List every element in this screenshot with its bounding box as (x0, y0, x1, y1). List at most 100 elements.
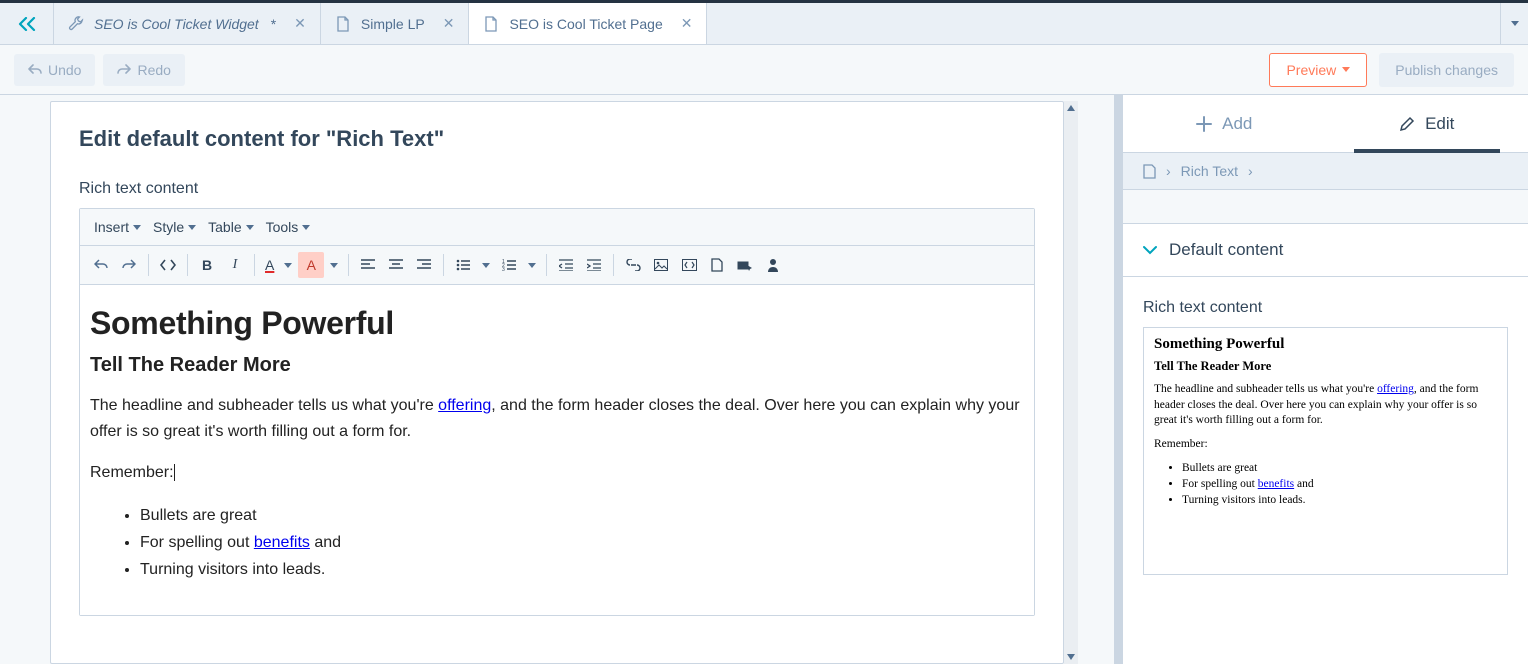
publish-label: Publish changes (1395, 62, 1498, 78)
breadcrumb-separator-icon: › (1166, 163, 1171, 179)
sidebar-tab-edit[interactable]: Edit (1326, 95, 1528, 152)
panel-spacer (1123, 190, 1528, 224)
insert-cta-button[interactable] (732, 252, 758, 278)
tab-label: SEO is Cool Ticket Page (509, 16, 662, 32)
content-link-benefits[interactable]: benefits (254, 534, 310, 551)
preview-bullet-list: Bullets are great For spelling out benef… (1154, 460, 1497, 508)
align-left-button[interactable] (355, 252, 381, 278)
align-left-icon (361, 259, 375, 271)
highlight-button[interactable]: A (298, 252, 324, 278)
redo-icon (122, 259, 136, 271)
text-color-button[interactable]: A (261, 252, 278, 278)
close-icon[interactable]: ✕ (294, 15, 306, 32)
highlight-dropdown[interactable] (326, 252, 342, 278)
close-icon[interactable]: ✕ (443, 15, 455, 32)
bullet-item: Bullets are great (140, 502, 1024, 529)
bullet-item: For spelling out benefits and (1182, 476, 1497, 492)
tab-dirty-indicator: * (271, 16, 276, 32)
tab-simple-lp[interactable]: Simple LP ✕ (321, 3, 470, 44)
italic-button[interactable]: I (222, 252, 248, 278)
panel-label: Rich text content (1143, 299, 1508, 317)
preview-paragraph: The headline and subheader tells us what… (1154, 382, 1497, 429)
undo-label: Undo (48, 62, 81, 78)
undo-button[interactable]: Undo (14, 54, 95, 86)
toolbar-divider (443, 254, 444, 276)
publish-button[interactable]: Publish changes (1379, 53, 1514, 87)
source-code-button[interactable] (155, 252, 181, 278)
bullet-item: Turning visitors into leads. (140, 556, 1024, 583)
bullet-list-dropdown[interactable] (478, 252, 494, 278)
redo-button[interactable]: Redo (103, 54, 184, 86)
caret-down-icon (133, 225, 141, 230)
chevron-double-left-icon (18, 17, 36, 31)
bullet-item: Turning visitors into leads. (1182, 492, 1497, 508)
sidebar-resizer[interactable] (1114, 95, 1122, 664)
preview-label: Preview (1286, 62, 1336, 78)
content-paragraph-remember: Remember: (90, 460, 1024, 486)
caret-down-icon (284, 263, 292, 268)
menu-insert[interactable]: Insert (90, 217, 145, 237)
text-color-dropdown[interactable] (280, 252, 296, 278)
editor-title: Edit default content for "Rich Text" (79, 126, 1035, 152)
preview-button[interactable]: Preview (1269, 53, 1367, 87)
text-caret (174, 464, 175, 482)
sidebar-tab-add[interactable]: Add (1123, 95, 1326, 152)
content-paragraph: The headline and subheader tells us what… (90, 393, 1024, 444)
indent-button[interactable] (581, 252, 607, 278)
numbered-list-button[interactable]: 123 (496, 252, 522, 278)
preview-link-benefits[interactable]: benefits (1258, 478, 1294, 490)
rte-toolbar: B I A A 123 (80, 246, 1034, 285)
wrench-icon (68, 16, 84, 32)
bold-button[interactable]: B (194, 252, 220, 278)
insert-image-button[interactable] (648, 252, 674, 278)
close-icon[interactable]: ✕ (681, 15, 693, 32)
action-bar: Undo Redo Preview Publish changes (0, 45, 1528, 95)
insert-embed-button[interactable] (676, 252, 702, 278)
personalize-button[interactable] (760, 252, 786, 278)
scroll-up-arrow-icon[interactable] (1064, 101, 1078, 115)
collapse-button[interactable] (0, 3, 54, 44)
content-link-offering[interactable]: offering (438, 397, 491, 414)
menu-tools[interactable]: Tools (262, 217, 315, 237)
bullet-list-button[interactable] (450, 252, 476, 278)
outdent-icon (559, 259, 573, 271)
align-right-button[interactable] (411, 252, 437, 278)
numbered-list-icon: 123 (502, 259, 516, 271)
rte-menubar: Insert Style Table Tools (80, 209, 1034, 246)
rich-text-editor: Insert Style Table Tools B I A (79, 208, 1035, 616)
breadcrumb-item[interactable]: Rich Text (1181, 163, 1238, 179)
tab-ticket-page[interactable]: SEO is Cool Ticket Page ✕ (469, 3, 707, 44)
accordion-default-content[interactable]: Default content (1123, 224, 1528, 277)
rte-content-area[interactable]: Something Powerful Tell The Reader More … (80, 285, 1034, 615)
bullet-item: For spelling out benefits and (140, 529, 1024, 556)
insert-link-button[interactable] (620, 252, 646, 278)
tab-overflow-button[interactable] (1500, 3, 1528, 44)
sidebar-tabs: Add Edit (1123, 95, 1528, 153)
caret-down-icon (302, 225, 310, 230)
breadcrumb-separator-icon: › (1248, 163, 1253, 179)
chevron-down-icon (1143, 245, 1157, 255)
tab-widget[interactable]: SEO is Cool Ticket Widget * ✕ (54, 3, 321, 44)
bullet-item: Bullets are great (1182, 460, 1497, 476)
editor-scrollbar[interactable] (1064, 101, 1078, 664)
caret-down-icon (1342, 67, 1350, 72)
editor-card: Edit default content for "Rich Text" Ric… (50, 101, 1064, 664)
redo-icon (117, 64, 131, 76)
insert-file-button[interactable] (704, 252, 730, 278)
rich-text-preview[interactable]: Something Powerful Tell The Reader More … (1143, 327, 1508, 575)
preview-link-offering[interactable]: offering (1377, 383, 1414, 395)
link-icon (626, 259, 641, 271)
cta-icon (737, 259, 753, 271)
align-right-icon (417, 259, 431, 271)
plus-icon (1196, 116, 1212, 132)
scroll-down-arrow-icon[interactable] (1064, 650, 1078, 664)
numbered-list-dropdown[interactable] (524, 252, 540, 278)
menu-style[interactable]: Style (149, 217, 200, 237)
align-center-button[interactable] (383, 252, 409, 278)
menu-table[interactable]: Table (204, 217, 257, 237)
svg-text:3: 3 (502, 267, 505, 271)
main-area: Edit default content for "Rich Text" Ric… (0, 95, 1528, 664)
toolbar-redo-button[interactable] (116, 252, 142, 278)
toolbar-undo-button[interactable] (88, 252, 114, 278)
outdent-button[interactable] (553, 252, 579, 278)
